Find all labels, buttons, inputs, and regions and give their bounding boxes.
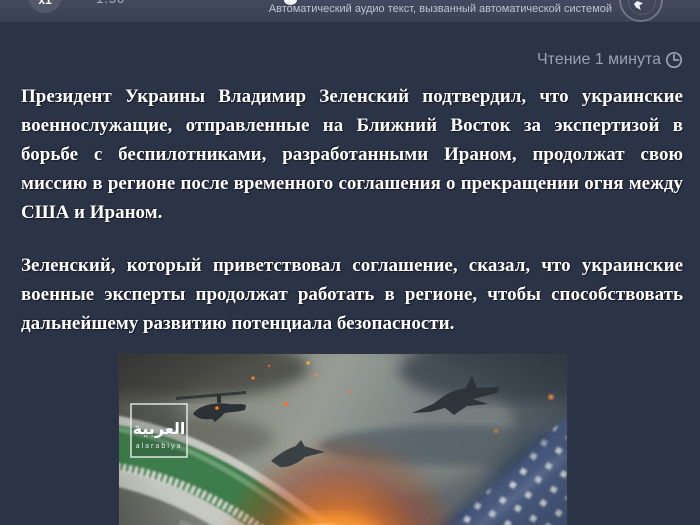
alarabiya-logo-latin: alarabiya (136, 442, 183, 450)
playback-speed-label: x1 (38, 0, 52, 7)
audio-control-icon (634, 1, 643, 10)
paragraph-1: Президент Украины Владимир Зеленский под… (21, 86, 683, 223)
audio-caption: Автоматический аудио текст, вызванный ав… (268, 3, 612, 15)
playback-speed-button[interactable]: x1 (28, 0, 62, 13)
war-scene-illustration: العربية alarabiya (119, 354, 567, 525)
hero-image: العربية alarabiya (118, 353, 568, 525)
article-body: Президент Украины Владимир Зеленский под… (21, 82, 683, 362)
audio-player-bar: x1 1:50 Автоматический аудио текст, вызв… (0, 0, 700, 23)
reading-time-label: Чтение 1 минута (537, 51, 661, 68)
alarabiya-logo: العربية alarabiya (130, 403, 188, 458)
audio-control-button[interactable] (619, 0, 663, 22)
alarabiya-logo-arabic: العربية (133, 419, 186, 438)
paragraph-2: Зеленский, который приветствовал соглаше… (21, 255, 683, 334)
article-page: x1 1:50 Автоматический аудио текст, вызв… (0, 0, 700, 525)
clock-icon (665, 51, 683, 69)
reading-time: Чтение 1 минута (537, 50, 684, 70)
audio-time: 1:50 (96, 0, 125, 6)
